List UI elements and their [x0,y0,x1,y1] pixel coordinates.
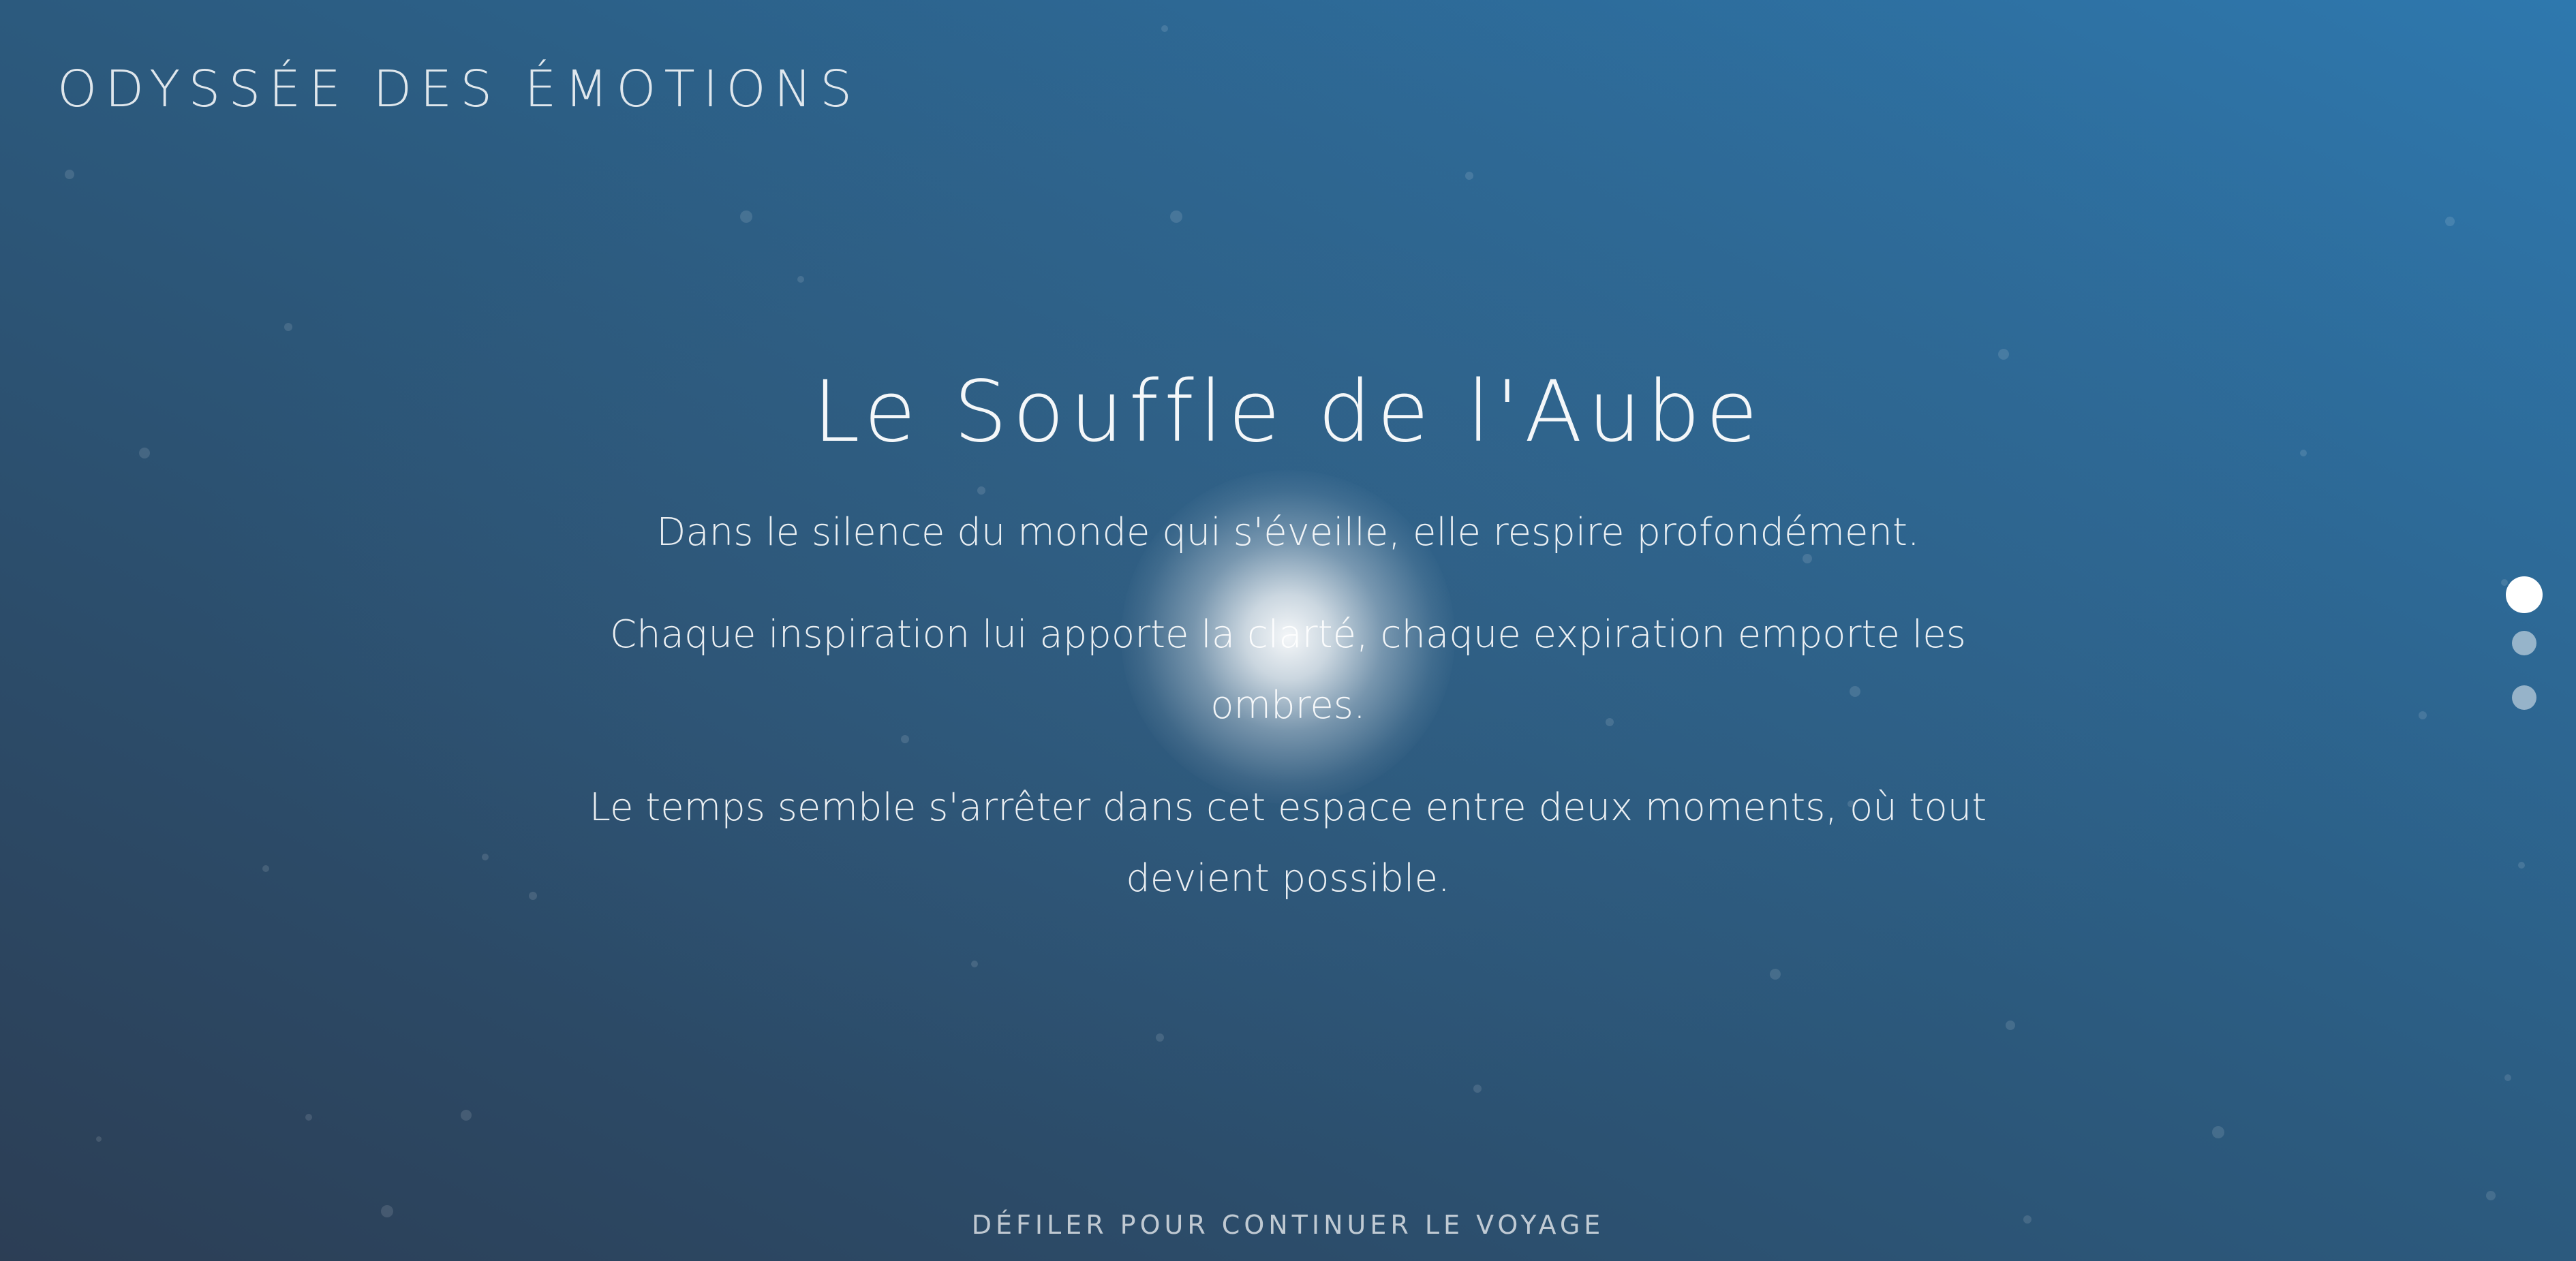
story-paragraph-2: Chaque inspiration lui apporte la clarté… [610,612,1966,728]
nav-dot-3[interactable] [2512,685,2536,710]
nav-dot-2[interactable] [2512,631,2536,655]
section-navigation [2505,576,2543,740]
nav-dot-1-active[interactable] [2506,576,2543,613]
scroll-hint[interactable]: DÉFILER POUR CONTINUER LE VOYAGE [811,1210,1765,1240]
story-section: Le Souffle de l'Aube Dans le silence du … [538,354,2038,946]
site-brand[interactable]: ODYSSÉE DES ÉMOTIONS [57,60,860,119]
story-paragraph-3: Le temps semble s'arrêter dans cet espac… [589,785,1987,901]
story-paragraph-1: Dans le silence du monde qui s'éveille, … [656,510,1920,555]
section-title: Le Souffle de l'Aube [812,363,1764,461]
